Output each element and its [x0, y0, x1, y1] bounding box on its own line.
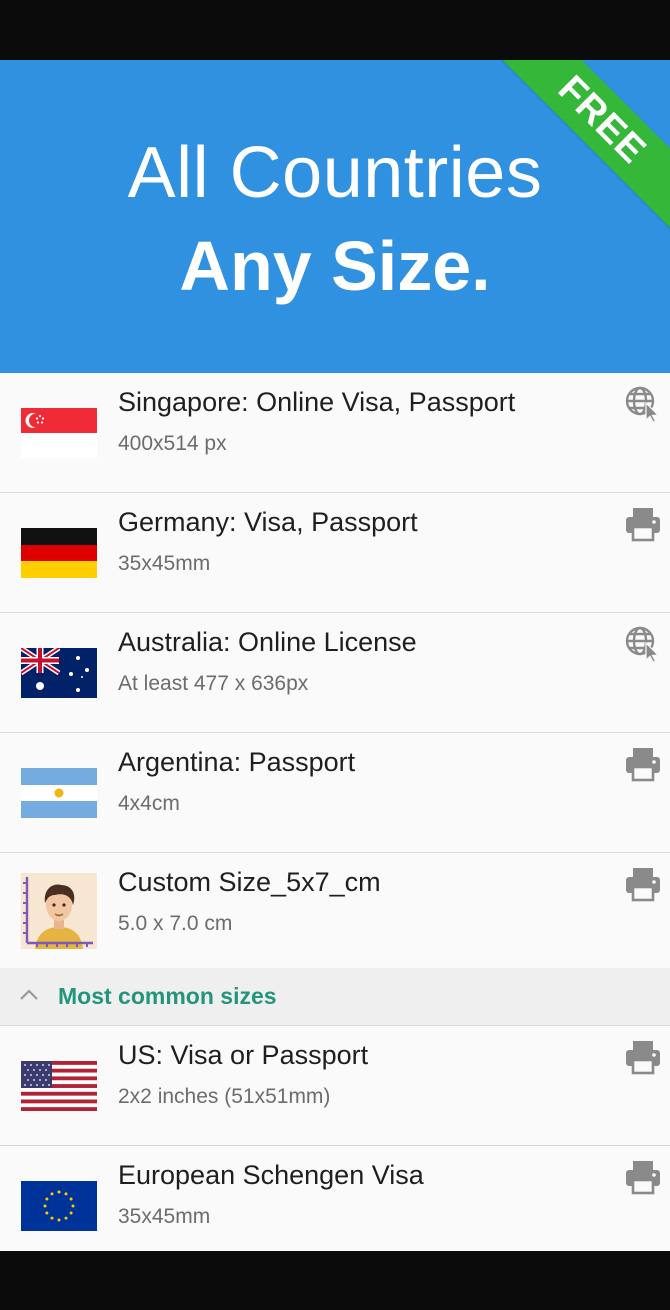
- item-title: Germany: Visa, Passport: [118, 507, 418, 537]
- item-title: Argentina: Passport: [118, 747, 356, 777]
- item-title: European Schengen Visa: [118, 1160, 424, 1190]
- navigation-bar: [0, 1251, 670, 1310]
- section-label: Most common sizes: [58, 983, 277, 1009]
- printer-icon[interactable]: [624, 1038, 662, 1076]
- globe-cursor-icon[interactable]: [624, 625, 662, 663]
- germany-flag: [21, 528, 97, 578]
- promo-banner: All Countries Any Size. FREE: [0, 60, 670, 373]
- section-header-common-sizes[interactable]: Most common sizes: [0, 968, 670, 1026]
- banner-title: All Countries: [127, 133, 543, 213]
- item-title: Australia: Online License: [118, 627, 417, 657]
- australia-flag: [21, 648, 97, 698]
- argentina-flag: [21, 768, 97, 818]
- globe-cursor-icon[interactable]: [624, 385, 662, 423]
- printer-icon[interactable]: [624, 865, 662, 903]
- item-size: 35x45mm: [118, 1205, 211, 1228]
- singapore-flag: [21, 408, 97, 458]
- list-item-schengen[interactable]: European Schengen Visa 35x45mm: [0, 1146, 670, 1251]
- list-item-argentina[interactable]: Argentina: Passport 4x4cm: [0, 733, 670, 853]
- item-size: 2x2 inches (51x51mm): [118, 1085, 331, 1108]
- banner-subtitle: Any Size.: [179, 227, 491, 305]
- size-list: Singapore: Online Visa, Passport 400x514…: [0, 373, 670, 1251]
- usa-flag: [21, 1061, 97, 1111]
- status-bar: [0, 0, 670, 60]
- item-size: 35x45mm: [118, 552, 211, 575]
- item-size: 5.0 x 7.0 cm: [118, 912, 233, 935]
- item-title: Singapore: Online Visa, Passport: [118, 387, 516, 417]
- custom-portrait-icon: [21, 873, 97, 949]
- item-title: US: Visa or Passport: [118, 1040, 369, 1070]
- list-item-germany[interactable]: Germany: Visa, Passport 35x45mm: [0, 493, 670, 613]
- printer-icon[interactable]: [624, 745, 662, 783]
- list-item-australia[interactable]: Australia: Online License At least 477 x…: [0, 613, 670, 733]
- item-size: 4x4cm: [118, 792, 180, 815]
- list-item-singapore[interactable]: Singapore: Online Visa, Passport 400x514…: [0, 373, 670, 493]
- list-item-custom-size[interactable]: Custom Size_5x7_cm 5.0 x 7.0 cm: [0, 853, 670, 968]
- printer-icon[interactable]: [624, 505, 662, 543]
- item-size: At least 477 x 636px: [118, 672, 309, 695]
- list-item-us[interactable]: US: Visa or Passport 2x2 inches (51x51mm…: [0, 1026, 670, 1146]
- item-title: Custom Size_5x7_cm: [118, 867, 381, 897]
- chevron-up-icon[interactable]: [18, 984, 40, 1006]
- eu-flag: [21, 1181, 97, 1231]
- item-size: 400x514 px: [118, 432, 227, 455]
- printer-icon[interactable]: [624, 1158, 662, 1196]
